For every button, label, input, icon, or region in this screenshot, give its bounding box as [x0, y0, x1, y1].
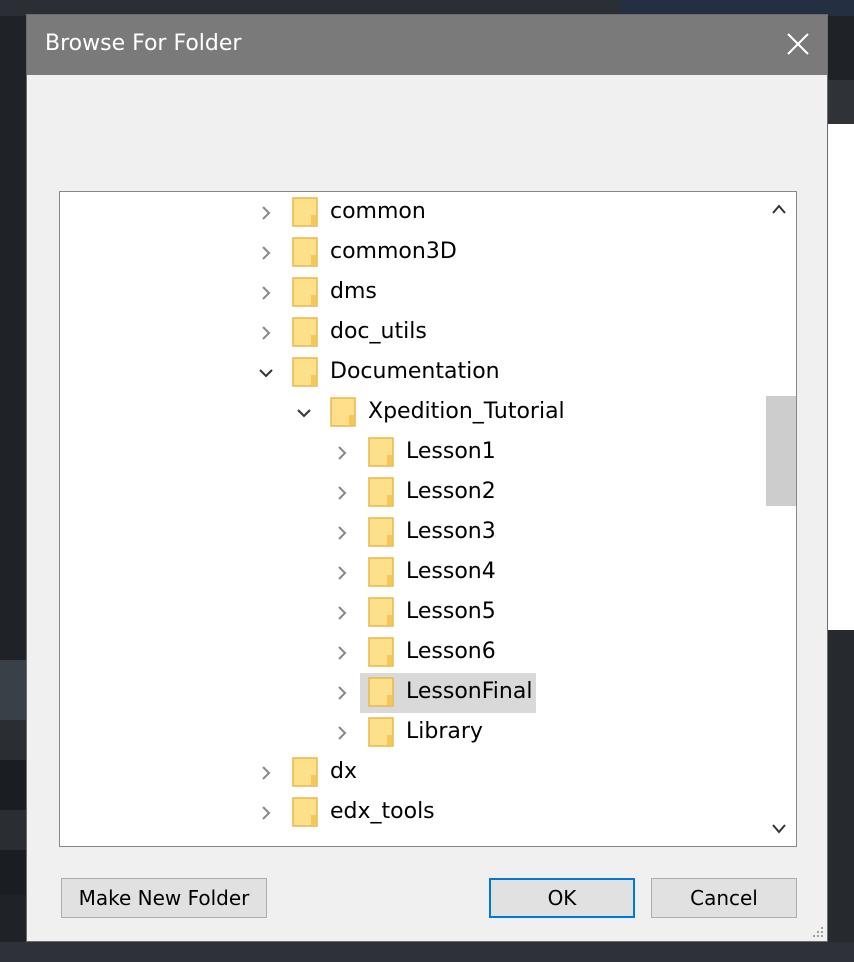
- tree-item-label: doc_utils: [330, 319, 427, 344]
- tree-item-label: Lesson2: [406, 479, 496, 504]
- tree-item[interactable]: Lesson6: [60, 633, 760, 673]
- tree-item[interactable]: Lesson5: [60, 593, 760, 633]
- tree-item[interactable]: dms: [60, 273, 760, 313]
- background-app-left-strip: [0, 720, 26, 760]
- background-app-left-strip: [0, 760, 26, 810]
- chevron-right-icon[interactable]: [258, 245, 274, 261]
- tree-item[interactable]: common3D: [60, 233, 760, 273]
- chevron-right-icon[interactable]: [334, 485, 350, 501]
- chevron-down-icon: [772, 824, 786, 834]
- chevron-down-icon[interactable]: [296, 405, 312, 421]
- make-new-folder-button[interactable]: Make New Folder: [61, 878, 267, 918]
- dialog-titlebar[interactable]: Browse For Folder: [27, 15, 827, 75]
- folder-icon: [292, 797, 318, 827]
- tree-item[interactable]: common: [60, 193, 760, 233]
- folder-icon: [368, 637, 394, 667]
- background-app-lower-panel: [828, 630, 854, 960]
- folder-icon: [292, 197, 318, 227]
- tree-item-label: Lesson3: [406, 519, 496, 544]
- chevron-up-icon: [772, 204, 786, 214]
- chevron-right-icon[interactable]: [334, 605, 350, 621]
- scroll-down-button[interactable]: [762, 812, 796, 846]
- chevron-right-icon[interactable]: [334, 565, 350, 581]
- folder-icon: [330, 397, 356, 427]
- tree-item-label: Xpedition_Tutorial: [368, 399, 565, 424]
- tree-item[interactable]: Library: [60, 713, 760, 753]
- folder-icon: [292, 237, 318, 267]
- tree-item[interactable]: Xpedition_Tutorial: [60, 393, 760, 433]
- chevron-right-icon[interactable]: [258, 325, 274, 341]
- folder-icon: [368, 437, 394, 467]
- tree-item-label: Lesson1: [406, 439, 496, 464]
- tree-item[interactable]: Lesson1: [60, 433, 760, 473]
- resize-grip-icon[interactable]: [809, 923, 825, 939]
- chevron-right-icon[interactable]: [334, 445, 350, 461]
- folder-icon: [368, 557, 394, 587]
- tree-item-label: Lesson6: [406, 639, 496, 664]
- folder-icon: [292, 357, 318, 387]
- folder-icon: [292, 757, 318, 787]
- background-app-left-strip: [0, 660, 26, 720]
- folder-icon: [368, 717, 394, 747]
- tree-item[interactable]: Lesson2: [60, 473, 760, 513]
- chevron-right-icon[interactable]: [258, 285, 274, 301]
- tree-item-label: edx_tools: [330, 799, 435, 824]
- tree-item[interactable]: Lesson3: [60, 513, 760, 553]
- tree-item-label: dx: [330, 759, 357, 784]
- tree-item-label: Lesson4: [406, 559, 496, 584]
- tree-item-label: LessonFinal: [406, 679, 533, 704]
- tree-item[interactable]: LessonFinal: [60, 673, 760, 713]
- ok-button[interactable]: OK: [489, 878, 635, 918]
- tree-item-label: common: [330, 199, 426, 224]
- chevron-right-icon[interactable]: [258, 205, 274, 221]
- chevron-right-icon[interactable]: [334, 685, 350, 701]
- tree-item-label: Lesson5: [406, 599, 496, 624]
- scroll-up-button[interactable]: [762, 192, 796, 226]
- background-app-left-strip: [0, 810, 26, 850]
- tree-item[interactable]: Documentation: [60, 353, 760, 393]
- chevron-right-icon[interactable]: [258, 805, 274, 821]
- tree-item[interactable]: dx: [60, 753, 760, 793]
- tree-item[interactable]: edx_tools: [60, 793, 760, 833]
- dialog-title: Browse For Folder: [45, 31, 242, 56]
- close-icon: [787, 33, 809, 55]
- folder-icon: [368, 677, 394, 707]
- tree-item-label: common3D: [330, 239, 457, 264]
- tree-item-label: Documentation: [330, 359, 500, 384]
- background-app-left-strip: [0, 850, 26, 895]
- vertical-scrollbar[interactable]: [762, 192, 796, 846]
- cancel-button[interactable]: Cancel: [651, 878, 797, 918]
- folder-icon: [368, 477, 394, 507]
- tree-item-label: Library: [406, 719, 483, 744]
- chevron-right-icon[interactable]: [334, 525, 350, 541]
- folder-tree-list: common common3D dms doc_utils Documentation X…: [60, 192, 760, 846]
- chevron-down-icon[interactable]: [258, 365, 274, 381]
- browse-for-folder-dialog: Browse For Folder common common3D dms doc_u…: [26, 14, 828, 942]
- folder-icon: [292, 277, 318, 307]
- folder-tree[interactable]: common common3D dms doc_utils Documentation X…: [59, 191, 797, 847]
- tree-item-label: dms: [330, 279, 377, 304]
- folder-icon: [368, 597, 394, 627]
- background-app-document: [828, 124, 854, 630]
- chevron-right-icon[interactable]: [334, 645, 350, 661]
- folder-icon: [368, 517, 394, 547]
- close-button[interactable]: [767, 15, 827, 75]
- chevron-right-icon[interactable]: [334, 725, 350, 741]
- tree-item[interactable]: doc_utils: [60, 313, 760, 353]
- background-app-panel: [828, 80, 854, 128]
- chevron-right-icon[interactable]: [258, 765, 274, 781]
- folder-icon: [292, 317, 318, 347]
- tree-item[interactable]: Lesson4: [60, 553, 760, 593]
- scrollbar-thumb[interactable]: [766, 396, 796, 506]
- background-app-statusbar: [0, 942, 854, 962]
